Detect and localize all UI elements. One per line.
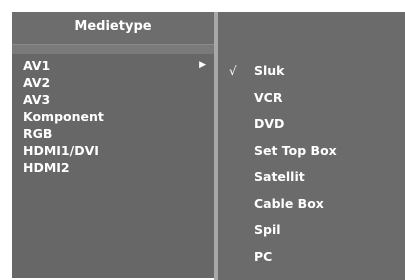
option-vcr[interactable]: VCR bbox=[218, 85, 405, 112]
menu-item-av3[interactable]: AV3 bbox=[12, 91, 214, 108]
submenu-arrow-icon: ▶ bbox=[199, 60, 206, 70]
device-type-list: √ Sluk VCR DVD Set Top Box Satellit Cabl… bbox=[218, 58, 405, 270]
option-label: Cable Box bbox=[254, 195, 324, 211]
menu-title: Medietype bbox=[74, 19, 152, 34]
menu-item-label: HDMI2 bbox=[23, 160, 70, 175]
menu-item-label: Komponent bbox=[23, 109, 104, 124]
menu-item-label: AV1 bbox=[23, 58, 51, 73]
option-label: VCR bbox=[254, 89, 283, 105]
option-label: Sluk bbox=[254, 63, 285, 78]
option-cable-box[interactable]: Cable Box bbox=[218, 191, 405, 218]
option-label: Satellit bbox=[254, 169, 305, 184]
menu-item-komponent[interactable]: Komponent bbox=[12, 108, 214, 125]
menu-item-av1[interactable]: AV1 ▶ bbox=[12, 57, 214, 74]
option-satellit[interactable]: Satellit bbox=[218, 164, 405, 191]
option-label: Set Top Box bbox=[254, 142, 337, 158]
option-pc[interactable]: PC bbox=[218, 244, 405, 271]
option-set-top-box[interactable]: Set Top Box bbox=[218, 138, 405, 165]
option-label: Spil bbox=[254, 222, 281, 237]
menu-item-label: AV2 bbox=[23, 75, 51, 90]
input-source-list: AV1 ▶ AV2 AV3 Komponent RGB HDMI1/DVI HD… bbox=[12, 57, 214, 176]
menu-item-hdmi1-dvi[interactable]: HDMI1/DVI bbox=[12, 142, 214, 159]
menu-header: Medietype bbox=[12, 12, 214, 45]
header-spacer bbox=[12, 45, 214, 54]
menu-item-label: RGB bbox=[23, 126, 53, 141]
menu-item-label: HDMI1/DVI bbox=[23, 143, 99, 158]
option-label: PC bbox=[254, 248, 273, 264]
menu-item-av2[interactable]: AV2 bbox=[12, 74, 214, 91]
osd-screen: Medietype AV1 ▶ AV2 AV3 Komponent RGB HD… bbox=[0, 0, 405, 280]
option-spil[interactable]: Spil bbox=[218, 217, 405, 244]
option-dvd[interactable]: DVD bbox=[218, 111, 405, 138]
option-sluk[interactable]: √ Sluk bbox=[218, 58, 405, 85]
media-type-menu: Medietype AV1 ▶ AV2 AV3 Komponent RGB HD… bbox=[12, 12, 214, 278]
menu-item-rgb[interactable]: RGB bbox=[12, 125, 214, 142]
checkmark-icon: √ bbox=[229, 64, 237, 78]
menu-item-hdmi2[interactable]: HDMI2 bbox=[12, 159, 214, 176]
option-label: DVD bbox=[254, 116, 285, 131]
device-type-submenu: √ Sluk VCR DVD Set Top Box Satellit Cabl… bbox=[218, 12, 405, 280]
menu-item-label: AV3 bbox=[23, 92, 51, 107]
